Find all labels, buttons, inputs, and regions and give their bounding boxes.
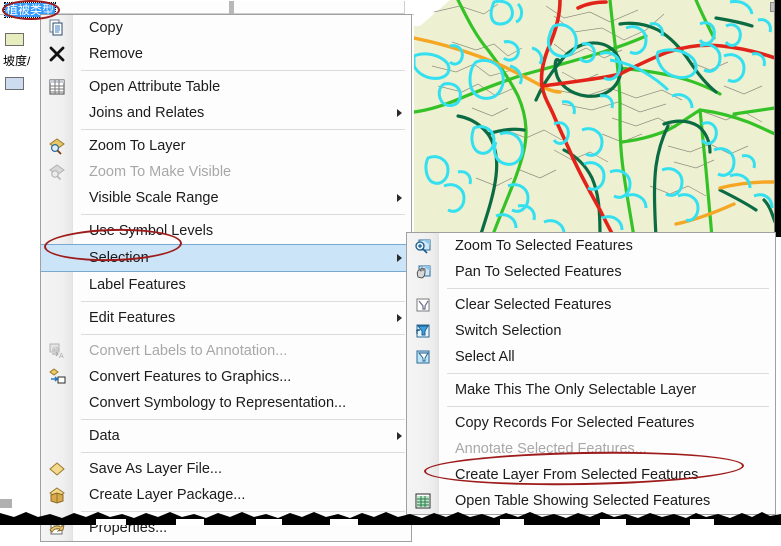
- submenu-arrow-icon: [397, 314, 402, 322]
- map-graphic: [414, 0, 774, 237]
- menu-item-make-this-the-only-selectable-layer[interactable]: Make This The Only Selectable Layer: [407, 377, 775, 403]
- legend-swatch-slope[interactable]: [5, 77, 24, 90]
- torn-bottom-edge: [0, 512, 781, 525]
- menu-separator: [447, 288, 769, 289]
- menu-item-label: Copy: [89, 20, 123, 36]
- menu-item-visible-scale-range[interactable]: Visible Scale Range: [41, 185, 411, 211]
- toc-header-field: [12, 1, 405, 14]
- svg-text:A: A: [59, 353, 64, 360]
- menu-item-zoom-to-make-visible: Zoom To Make Visible: [41, 159, 411, 185]
- zoom-to-layer-icon: [48, 137, 66, 155]
- submenu-items: Zoom To Selected Features Pan To Selected…: [407, 233, 775, 514]
- toc-header-strip: [0, 0, 420, 15]
- toc-splitter-handle[interactable]: [229, 1, 234, 14]
- layer-package-icon: [48, 486, 66, 504]
- menu-separator: [447, 373, 769, 374]
- selection-submenu[interactable]: Zoom To Selected Features Pan To Selected…: [406, 232, 776, 515]
- menu-item-joins-and-relates[interactable]: Joins and Relates: [41, 100, 411, 126]
- menu-item-label: Zoom To Selected Features: [455, 238, 633, 254]
- table-icon: [48, 78, 66, 96]
- menu-item-clear-selected-features[interactable]: Clear Selected Features: [407, 292, 775, 318]
- menu-item-label: Open Attribute Table: [89, 79, 221, 95]
- menu-item-label: Clear Selected Features: [455, 297, 612, 313]
- menu-item-label: Pan To Selected Features: [455, 264, 622, 280]
- copy-icon: [48, 19, 66, 37]
- menu-separator: [81, 452, 405, 453]
- legend-swatch-vegetation[interactable]: [5, 33, 24, 46]
- submenu-arrow-icon: [397, 254, 402, 262]
- menu-item-copy[interactable]: Copy: [41, 15, 411, 41]
- remove-x-icon: [48, 45, 66, 63]
- toc-sublayer-label[interactable]: 坡度/: [3, 52, 30, 69]
- menu-item-label: Edit Features: [89, 310, 176, 326]
- menu-item-label: Zoom To Layer: [89, 138, 186, 154]
- menu-item-convert-features-to-graphics[interactable]: Convert Features to Graphics...: [41, 364, 411, 390]
- menu-item-label: Convert Features to Graphics...: [89, 369, 292, 385]
- clear-selection-icon: [414, 296, 432, 314]
- menu-item-selection[interactable]: Selection: [41, 244, 411, 272]
- zoom-visible-icon: [48, 163, 66, 181]
- switch-selection-icon: [414, 322, 432, 340]
- convert-graphics-icon: [48, 368, 66, 386]
- menu-item-label: Annotate Selected Features...: [455, 441, 647, 457]
- menu-item-remove[interactable]: Remove: [41, 41, 411, 67]
- menu-item-zoom-to-layer[interactable]: Zoom To Layer: [41, 133, 411, 159]
- menu-item-use-symbol-levels[interactable]: Use Symbol Levels: [41, 218, 411, 244]
- menu-item-annotate-selected-features: Annotate Selected Features...: [407, 436, 775, 462]
- select-all-icon: [414, 348, 432, 366]
- menu-item-convert-labels-to-annotation: ab A Convert Labels to Annotation...: [41, 338, 411, 364]
- menu-item-create-layer-from-selected-features[interactable]: Create Layer From Selected Features: [407, 462, 775, 488]
- menu-separator: [81, 214, 405, 215]
- menu-item-label: Convert Symbology to Representation...: [89, 395, 347, 411]
- menu-item-select-all[interactable]: Select All: [407, 344, 775, 370]
- menu-item-pan-to-selected-features[interactable]: Pan To Selected Features: [407, 259, 775, 285]
- menu-item-label: Use Symbol Levels: [89, 223, 214, 239]
- menu-separator: [81, 334, 405, 335]
- menu-item-label: Switch Selection: [455, 323, 562, 339]
- menu-item-label: Visible Scale Range: [89, 190, 219, 206]
- menu-separator: [81, 419, 405, 420]
- menu-item-label: Select All: [455, 349, 515, 365]
- menu-item-copy-records-for-selected-features[interactable]: Copy Records For Selected Features: [407, 410, 775, 436]
- menu-item-label: Zoom To Make Visible: [89, 164, 232, 180]
- menu-separator: [81, 301, 405, 302]
- menu-item-label-features[interactable]: Label Features: [41, 272, 411, 298]
- menu-separator: [81, 70, 405, 71]
- menu-item-data[interactable]: Data: [41, 423, 411, 449]
- submenu-arrow-icon: [397, 432, 402, 440]
- zoom-selected-icon: [414, 237, 432, 255]
- menu-item-label: Save As Layer File...: [89, 461, 222, 477]
- menu-item-label: Selection: [89, 250, 149, 266]
- menu-item-open-attribute-table[interactable]: Open Attribute Table: [41, 74, 411, 100]
- submenu-arrow-icon: [397, 109, 402, 117]
- menu-item-label: Remove: [89, 46, 143, 62]
- menu-item-label: Make This The Only Selectable Layer: [455, 382, 697, 398]
- map-right-edge-shadow: [775, 0, 781, 237]
- map-canvas[interactable]: [414, 0, 775, 237]
- convert-labels-icon: ab A: [48, 342, 66, 360]
- menu-item-label: Convert Labels to Annotation...: [89, 343, 288, 359]
- menu-item-label: Create Layer Package...: [89, 487, 246, 503]
- menu-item-zoom-to-selected-features[interactable]: Zoom To Selected Features: [407, 233, 775, 259]
- submenu-arrow-icon: [397, 194, 402, 202]
- pan-selected-icon: [414, 263, 432, 281]
- menu-item-edit-features[interactable]: Edit Features: [41, 305, 411, 331]
- menu-separator: [447, 406, 769, 407]
- layer-context-menu[interactable]: Copy Remove Open Attribute Table Joins and …: [40, 14, 412, 542]
- menu-item-convert-symbology-to-representation[interactable]: Convert Symbology to Representation...: [41, 390, 411, 416]
- menu-item-switch-selection[interactable]: Switch Selection: [407, 318, 775, 344]
- menu-item-label: Data: [89, 428, 120, 444]
- layer-file-icon: [48, 460, 66, 478]
- context-menu-items: Copy Remove Open Attribute Table Joins and …: [41, 15, 411, 541]
- menu-item-save-as-layer-file[interactable]: Save As Layer File...: [41, 456, 411, 482]
- menu-item-label: Copy Records For Selected Features: [455, 415, 695, 431]
- menu-item-label: Joins and Relates: [89, 105, 205, 121]
- menu-item-label: Create Layer From Selected Features: [455, 467, 699, 483]
- menu-separator: [81, 129, 405, 130]
- menu-item-label: Label Features: [89, 277, 186, 293]
